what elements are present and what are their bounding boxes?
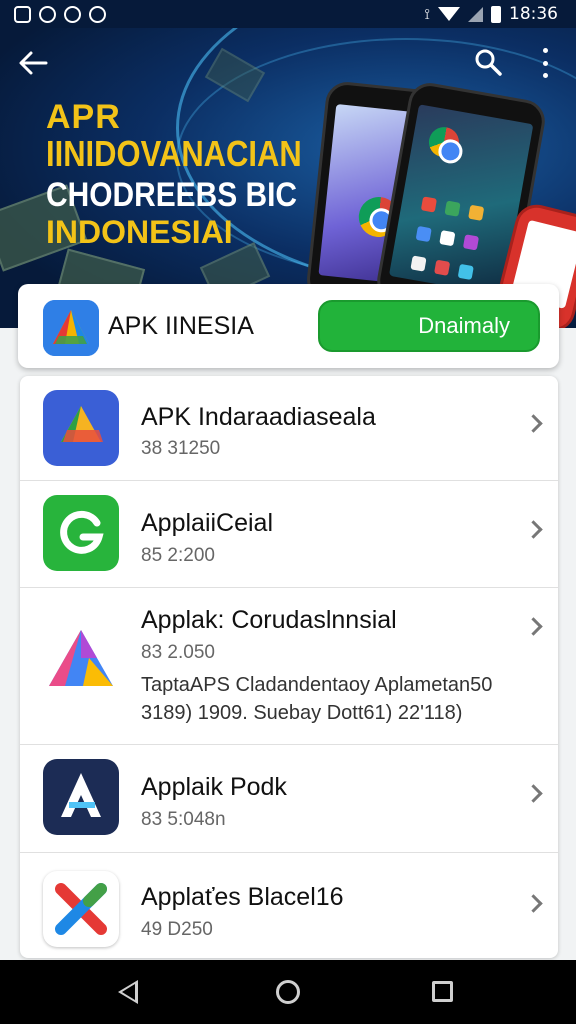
hero-banner: APR IINIDOVANACIAN CHODREEBS BIC INDONES… <box>0 28 576 328</box>
signal-icon <box>468 6 483 22</box>
app-description-line: TaptaAPS Cladandentaoy Aplametan50 <box>141 674 493 696</box>
hero-line-4: INDONESIAI <box>46 214 233 250</box>
status-bar: ⟟ 18:36 <box>0 0 576 28</box>
app-list: APK Indaraadiaseala 38 31250 ApplaiiCeia… <box>20 376 558 958</box>
app-tile-icon <box>439 230 456 247</box>
list-item[interactable]: APK Indaraadiaseala 38 31250 <box>20 376 558 481</box>
chevron-right-icon <box>524 894 543 913</box>
chevron-right-icon <box>524 414 543 433</box>
app-icon <box>43 390 119 466</box>
firefox-icon <box>426 124 462 160</box>
more-vert-icon[interactable] <box>538 48 552 78</box>
list-item[interactable]: Applaťes Blacel16 49 D250 <box>20 853 558 958</box>
app-title: Applak: Corudaslnnsial <box>141 606 397 634</box>
app-notification-icon <box>89 5 106 23</box>
back-arrow-icon[interactable] <box>18 50 48 82</box>
list-item[interactable]: Applak: Corudaslnnsial 83 2.050 TaptaAPS… <box>20 588 558 745</box>
notification-icons <box>14 5 106 23</box>
app-tile-icon <box>420 196 438 213</box>
app-meta: 85 2:200 <box>141 545 215 566</box>
app-icon <box>43 759 119 835</box>
sync-notification-icon <box>64 5 81 23</box>
hero-line-3: CHODREEBS BIC <box>46 176 298 214</box>
app-title: Applaťes Blacel16 <box>141 883 344 911</box>
app-meta: 38 31250 <box>141 438 221 459</box>
system-icons: ⟟ 18:36 <box>424 4 558 24</box>
chevron-right-icon <box>524 784 543 803</box>
app-tile-icon <box>468 204 485 221</box>
hero-title: APR IINIDOVANACIAN CHODREEBS BIC INDONES… <box>46 100 343 248</box>
app-icon <box>43 495 119 571</box>
app-tile-icon <box>462 234 480 251</box>
nav-home-icon[interactable] <box>276 980 300 1004</box>
battery-icon <box>491 5 501 23</box>
nav-recents-icon[interactable] <box>432 981 453 1002</box>
featured-app-icon <box>43 300 99 356</box>
app-description-line: 3189) 1909. Suebay Dott61) 22'118) <box>141 702 463 724</box>
app-icon <box>43 871 119 947</box>
wifi-icon <box>438 7 460 21</box>
navigation-bar <box>0 960 576 1024</box>
hero-line-1: APR <box>46 98 121 136</box>
app-tile-icon <box>457 263 474 281</box>
nav-back-icon[interactable] <box>118 980 138 1004</box>
search-icon[interactable] <box>474 48 502 76</box>
chevron-right-icon <box>524 520 543 539</box>
vibrate-icon: ⟟ <box>424 5 430 23</box>
list-item[interactable]: ApplaiiCeial 85 2:200 <box>20 481 558 588</box>
featured-app-name: APK IINESIA <box>108 312 254 340</box>
app-tile-icon <box>444 200 461 217</box>
app-title: ApplaiiCeial <box>141 509 274 537</box>
download-button[interactable]: Dnaimaly <box>318 300 540 352</box>
list-item[interactable]: Applaik Podk 83 5:048n <box>20 745 558 853</box>
hero-line-2: IINIDOVANACIAN <box>46 133 302 174</box>
status-time: 18:36 <box>509 4 558 24</box>
app-meta: 49 D250 <box>141 919 213 940</box>
chevron-right-icon <box>524 617 543 636</box>
app-tile-icon <box>434 259 451 276</box>
app-title: APK Indaraadiaseala <box>141 403 376 431</box>
app-meta: 83 5:048n <box>141 809 226 830</box>
camera-notification-icon <box>39 5 56 23</box>
app-meta: 83 2.050 <box>141 642 215 663</box>
app-title: Applaik Podk <box>141 773 287 801</box>
app-tile-icon <box>415 225 432 243</box>
app-icon <box>43 624 119 700</box>
app-tile-icon <box>410 255 427 272</box>
image-notification-icon <box>14 5 31 23</box>
featured-app-card[interactable]: APK IINESIA Dnaimaly <box>18 284 559 368</box>
